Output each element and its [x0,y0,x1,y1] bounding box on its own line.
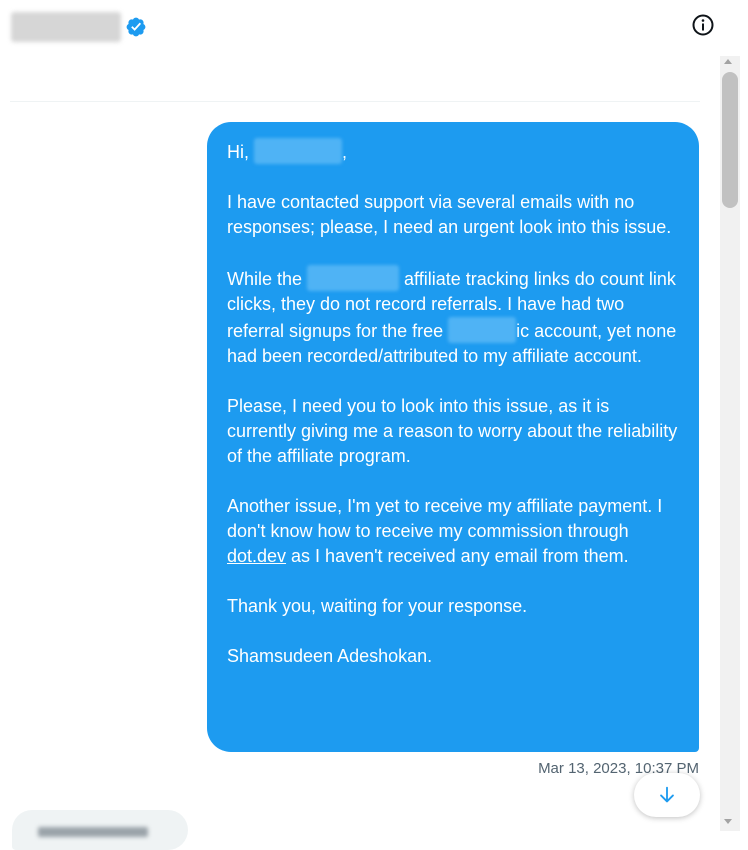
message-paragraph-4: Another issue, I'm yet to receive my aff… [227,494,679,569]
message-signature: Shamsudeen Adeshokan. [227,646,433,666]
scroll-down-arrow[interactable] [724,819,732,824]
incoming-message-bubble[interactable] [12,810,188,850]
conversation-header [0,0,740,56]
message-paragraph-3: Please, I need you to look into this iss… [227,396,678,466]
info-circle-icon[interactable] [691,13,715,37]
scroll-up-arrow[interactable] [724,59,732,64]
scrollbar-thumb[interactable] [722,72,738,208]
message-paragraph-5: Thank you, waiting for your response. [227,596,528,616]
para2-part-a: While the [227,269,308,289]
message-paragraph-2: While the affiliate tracking links do co… [227,265,679,369]
redacted-brand-2 [448,317,517,343]
para4-part-b: as I haven't received any email from the… [286,546,629,566]
scroll-to-bottom-button[interactable] [634,773,700,817]
contact-name-redacted[interactable] [11,12,121,42]
verified-badge-icon [126,17,146,37]
arrow-down-icon [660,786,674,803]
redacted-brand [307,265,400,291]
incoming-message-text-cropped [38,827,148,837]
para4-part-a: Another issue, I'm yet to receive my aff… [227,496,663,541]
greeting-text: Hi, [227,142,254,162]
message-greeting: Hi, , [227,138,679,165]
dot-dev-link[interactable]: dot.dev [227,546,286,566]
greeting-suffix: , [342,142,348,162]
header-divider [10,101,700,102]
message-paragraph-1: I have contacted support via several ema… [227,192,672,237]
outgoing-message-bubble[interactable]: Hi, , I have contacted support via sever… [207,122,699,752]
redacted-name [254,138,342,164]
